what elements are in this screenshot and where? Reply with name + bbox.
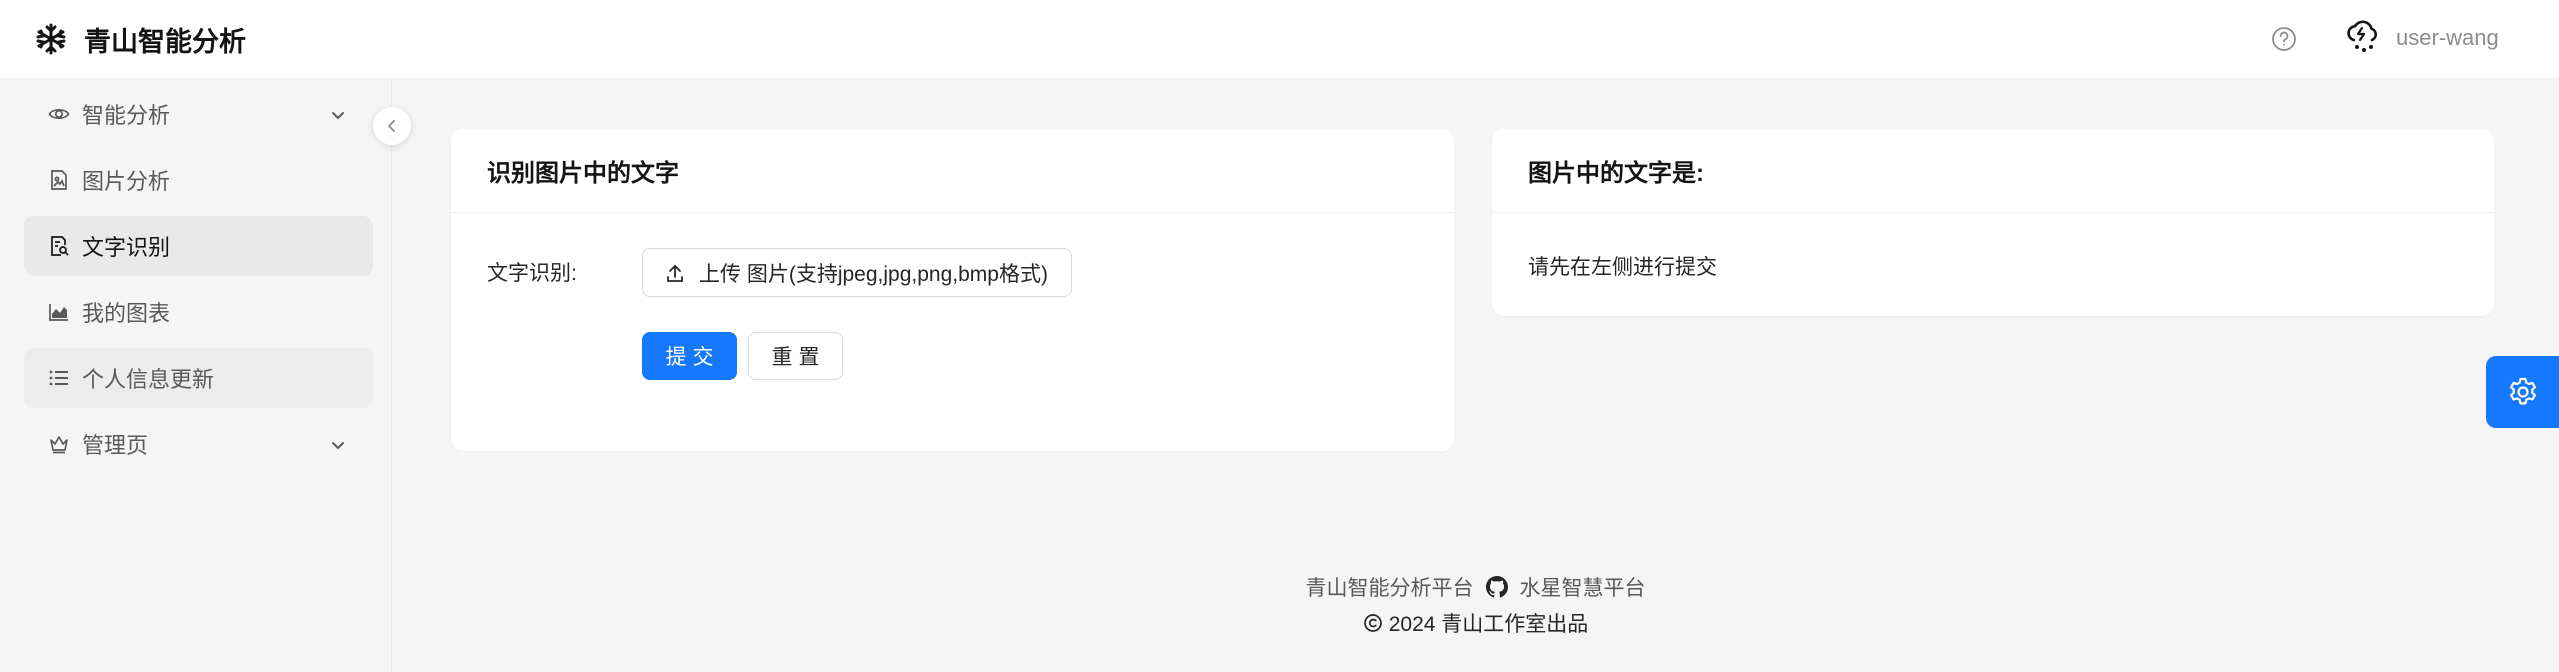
upload-icon	[665, 263, 685, 283]
upload-button-label: 上传 图片(支持jpeg,jpg,png,bmp格式)	[699, 262, 1048, 286]
chevron-down-icon	[329, 434, 347, 452]
user-name: user-wang	[2396, 25, 2499, 50]
image-file-icon	[48, 169, 70, 191]
sidebar-item-smart-analysis[interactable]: 智能分析	[24, 84, 373, 144]
sidebar-item-my-charts[interactable]: 我的图表	[24, 282, 373, 342]
card-title: 识别图片中的文字	[451, 129, 1454, 213]
reset-button[interactable]: 重置	[748, 332, 843, 380]
sidebar-item-text-recognition[interactable]: 文字识别	[24, 216, 373, 276]
sidebar-item-label: 智能分析	[82, 103, 171, 128]
logo[interactable]: 青山智能分析	[34, 20, 246, 59]
footer-links: 青山智能分析平台 水星智慧平台	[392, 572, 2559, 602]
copyright-icon	[1363, 613, 1383, 633]
sidebar-item-label: 我的图表	[82, 301, 171, 326]
chevron-down-icon	[329, 104, 347, 122]
sidebar-collapse-button[interactable]	[373, 107, 411, 145]
sidebar-item-image-analysis[interactable]: 图片分析	[24, 150, 373, 210]
ocr-upload-card: 识别图片中的文字 文字识别: 上传 图片(支持jpeg,jpg,png,bmp格…	[451, 129, 1454, 451]
area-chart-icon	[48, 301, 70, 323]
card-title: 图片中的文字是:	[1492, 129, 2494, 213]
footer-copyright: 2024 青山工作室出品	[392, 608, 2559, 638]
list-icon	[48, 367, 70, 389]
settings-drawer-button[interactable]	[2486, 356, 2559, 428]
file-search-icon	[48, 235, 70, 257]
copyright-text: 2024 青山工作室出品	[1388, 613, 1589, 636]
sidebar-item-admin[interactable]: 管理页	[24, 414, 373, 474]
footer-platform-link[interactable]: 青山智能分析平台	[1306, 572, 1474, 602]
crown-icon	[48, 433, 70, 455]
footer-partner-link[interactable]: 水星智慧平台	[1520, 572, 1646, 602]
upload-image-button[interactable]: 上传 图片(支持jpeg,jpg,png,bmp格式)	[642, 248, 1072, 297]
result-placeholder-text: 请先在左侧进行提交	[1528, 256, 1717, 279]
chevron-left-icon	[384, 118, 400, 134]
top-header: 青山智能分析 user-wang	[0, 0, 2559, 79]
sidebar-item-label: 文字识别	[82, 235, 171, 260]
sidebar-item-label: 个人信息更新	[82, 367, 215, 392]
page: 青山智能分析 user-wang 智能分析 图片分析 文字识别 我的图表 个人信…	[0, 0, 2559, 672]
cloud-rain-avatar-icon	[2344, 18, 2382, 58]
ocr-result-card: 图片中的文字是: 请先在左侧进行提交	[1492, 129, 2494, 316]
sidebar-item-label: 图片分析	[82, 169, 171, 194]
submit-button[interactable]: 提交	[642, 332, 737, 380]
user-menu[interactable]: user-wang	[2344, 18, 2499, 58]
form-label: 文字识别:	[487, 262, 577, 285]
snowflake-logo-icon	[34, 22, 68, 56]
eye-icon	[48, 103, 70, 125]
sidebar-item-profile-update[interactable]: 个人信息更新	[24, 348, 373, 408]
sidebar-item-label: 管理页	[82, 433, 149, 458]
question-circle-icon[interactable]	[2269, 24, 2299, 54]
github-icon[interactable]	[1485, 576, 1508, 598]
sidebar: 智能分析 图片分析 文字识别 我的图表 个人信息更新 管理页	[0, 79, 392, 672]
app-title: 青山智能分析	[84, 26, 246, 57]
gear-icon	[2507, 376, 2539, 408]
